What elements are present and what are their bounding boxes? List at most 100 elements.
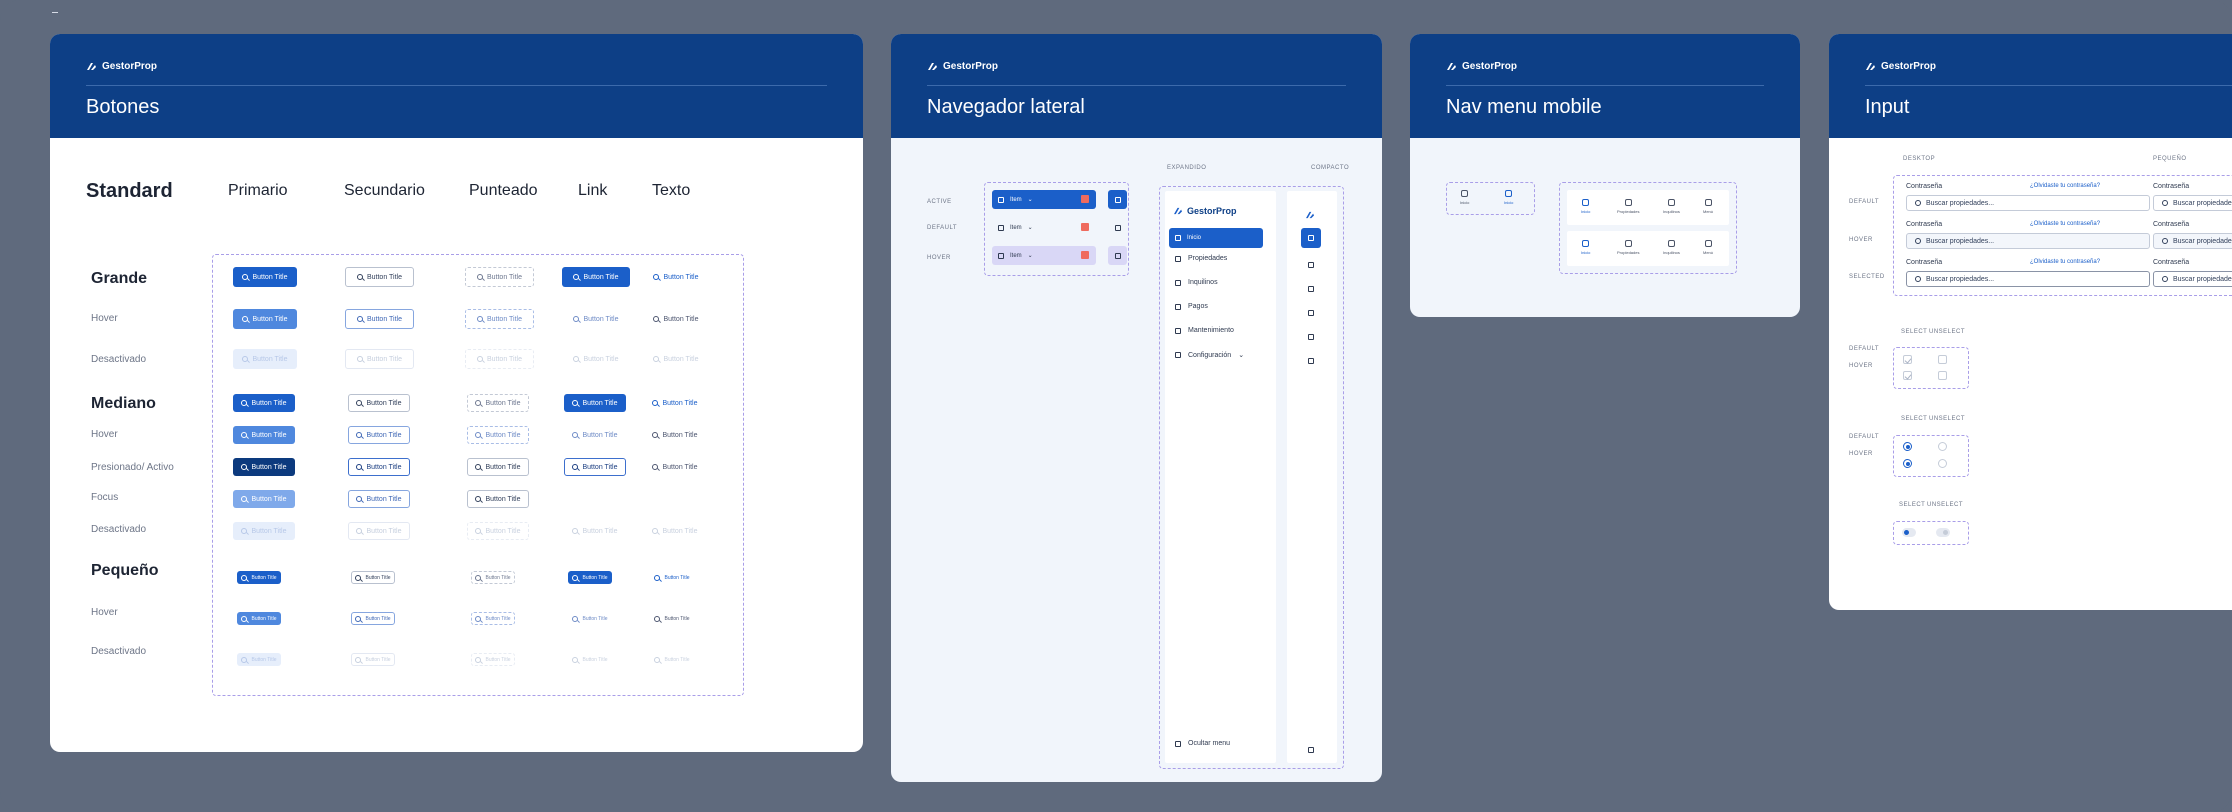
btn-texto-grande[interactable]: Button Title [646, 267, 706, 287]
btn-texto-mediano-hover[interactable]: Button Title [648, 426, 702, 444]
btn-link-pequeno-hover[interactable]: Button Title [568, 612, 612, 625]
compact-item-propiedades[interactable] [1308, 255, 1314, 273]
btn-punteado-pequeno[interactable]: Button Title [471, 571, 515, 584]
btn-primario-mediano-focus[interactable]: Button Title [233, 490, 295, 508]
btn-primario-pequeno-hover[interactable]: Button Title [237, 612, 281, 625]
btn-primario-grande[interactable]: Button Title [233, 267, 297, 287]
btn-secundario-mediano-active[interactable]: Button Title [348, 458, 410, 476]
expand-menu-button[interactable] [1308, 740, 1314, 758]
search-input-small-default[interactable]: Buscar propiedades... [2153, 195, 2232, 211]
compact-item-mantenimiento[interactable] [1308, 327, 1314, 345]
btn-secundario-pequeno[interactable]: Button Title [351, 571, 395, 584]
btn-link-mediano-active[interactable]: Button Title [564, 458, 626, 476]
btn-secundario-pequeno-hover[interactable]: Button Title [351, 612, 395, 625]
radio-select-hover[interactable] [1903, 459, 1912, 468]
hide-menu-label: Ocultar menu [1188, 740, 1231, 747]
forgot-password-link[interactable]: ¿Olvidaste tu contraseña? [2030, 221, 2100, 227]
compact-item-hover[interactable] [1108, 246, 1127, 265]
sidebar-item-inicio[interactable]: Inicio [1169, 228, 1263, 248]
mobile-tab-inicio[interactable]: Inicio [1581, 240, 1590, 255]
btn-punteado-grande[interactable]: Button Title [465, 267, 534, 287]
btn-texto-mediano-active[interactable]: Button Title [648, 458, 702, 476]
radio-unselect-hover[interactable] [1938, 459, 1947, 468]
btn-primario-mediano-active[interactable]: Button Title [233, 458, 295, 476]
btn-punteado-mediano-active[interactable]: Button Title [467, 458, 529, 476]
checkbox-unselect-hover[interactable] [1938, 371, 1947, 380]
sidebar-item-inquilinos[interactable]: Inquilinos [1175, 279, 1218, 286]
btn-punteado-mediano-hover[interactable]: Button Title [467, 426, 529, 444]
btn-label: Button Title [664, 615, 690, 622]
btn-secundario-grande[interactable]: Button Title [345, 267, 414, 287]
search-input-default[interactable]: Buscar propiedades... [1906, 195, 2150, 211]
mobile-tab-inicio[interactable]: Inicio [1581, 199, 1590, 214]
tab-label: Propiedades [1617, 209, 1640, 214]
search-icon [573, 316, 580, 322]
mobile-tab-propiedades[interactable]: Propiedades [1617, 199, 1639, 214]
mobile-tab-inicio-selected[interactable]: Inicio [1504, 190, 1513, 205]
mobile-tab-propiedades[interactable]: Propiedades [1617, 240, 1639, 255]
btn-primario-mediano[interactable]: Button Title [233, 394, 295, 412]
radio-box [1893, 435, 1969, 477]
btn-link-mediano-hover[interactable]: Button Title [564, 426, 626, 444]
btn-link-grande-hover[interactable]: Button Title [562, 309, 630, 329]
btn-link-grande[interactable]: Button Title [562, 267, 630, 287]
forgot-password-link[interactable]: ¿Olvidaste tu contraseña? [2030, 183, 2100, 189]
sidebar-expanded: GestorProp Inicio Propiedades Inquilinos… [1165, 191, 1276, 763]
sidebar-item-pagos[interactable]: Pagos [1175, 303, 1208, 310]
search-input-small-hover[interactable]: Buscar propiedades... [2153, 233, 2232, 249]
btn-punteado-pequeno-hover[interactable]: Button Title [471, 612, 515, 625]
radio-select-default[interactable] [1903, 442, 1912, 451]
btn-texto-grande-hover[interactable]: Button Title [646, 309, 706, 329]
btn-link-mediano[interactable]: Button Title [564, 394, 626, 412]
toggle-unselect[interactable] [1936, 528, 1950, 537]
toggle-select[interactable] [1902, 528, 1916, 537]
search-input-small-selected[interactable]: Buscar propiedades... [2153, 271, 2232, 287]
btn-secundario-grande-hover[interactable]: Button Title [345, 309, 414, 329]
btn-punteado-mediano-focus[interactable]: Button Title [467, 490, 529, 508]
checkbox-select-hover[interactable] [1903, 371, 1912, 380]
compact-item-configuracion[interactable] [1308, 351, 1314, 369]
btn-secundario-mediano[interactable]: Button Title [348, 394, 410, 412]
mobile-tab-menu[interactable]: Menú [1703, 199, 1713, 214]
btn-label: Button Title [485, 527, 521, 535]
search-icon [572, 615, 579, 622]
compact-item-default[interactable] [1108, 218, 1127, 237]
mobile-tab-inquilinos[interactable]: Inquilinos [1663, 240, 1680, 255]
btn-label: Button Title [251, 574, 277, 581]
mobile-tab-inicio-default[interactable]: Inicio [1460, 190, 1469, 205]
sidebar-item-label: Inquilinos [1188, 279, 1218, 286]
sidebar-item-configuracion[interactable]: Configuración ⌄ [1175, 351, 1244, 359]
item-icon [998, 224, 1004, 231]
compact-item-active[interactable] [1108, 190, 1127, 209]
state-hover: Hover [91, 607, 118, 618]
compact-item-inquilinos[interactable] [1308, 279, 1314, 297]
btn-secundario-mediano-focus[interactable]: Button Title [348, 490, 410, 508]
mobile-tab-inquilinos[interactable]: Inquilinos [1663, 199, 1680, 214]
checkbox-unselect-default[interactable] [1938, 355, 1947, 364]
sidebar-item-propiedades[interactable]: Propiedades [1175, 255, 1227, 262]
checkbox-select-default[interactable] [1903, 355, 1912, 364]
label-unselect: UNSELECT [1929, 329, 1966, 335]
btn-texto-mediano[interactable]: Button Title [648, 394, 702, 412]
hide-menu-button[interactable]: Ocultar menu [1175, 740, 1230, 747]
search-input-hover[interactable]: Buscar propiedades... [1906, 233, 2150, 249]
input-placeholder: Buscar propiedades... [1926, 199, 1995, 207]
sidebar-item-mantenimiento[interactable]: Mantenimiento [1175, 327, 1234, 334]
btn-link-pequeno[interactable]: Button Title [568, 571, 612, 584]
btn-secundario-mediano-hover[interactable]: Button Title [348, 426, 410, 444]
sidebar-brand: GestorProp [1173, 206, 1237, 216]
btn-primario-pequeno[interactable]: Button Title [237, 571, 281, 584]
forgot-password-link[interactable]: ¿Olvidaste tu contraseña? [2030, 259, 2100, 265]
search-input-selected[interactable]: Buscar propiedades... [1906, 271, 2150, 287]
mobile-tab-menu[interactable]: Menú [1703, 240, 1713, 255]
btn-punteado-mediano[interactable]: Button Title [467, 394, 529, 412]
btn-texto-pequeno[interactable]: Button Title [650, 571, 694, 584]
compact-item-pagos[interactable] [1308, 303, 1314, 321]
btn-punteado-grande-hover[interactable]: Button Title [465, 309, 534, 329]
btn-primario-mediano-hover[interactable]: Button Title [233, 426, 295, 444]
wrench-icon [1175, 327, 1181, 334]
btn-texto-pequeno-hover[interactable]: Button Title [650, 612, 694, 625]
btn-primario-grande-hover[interactable]: Button Title [233, 309, 297, 329]
compact-item-inicio[interactable] [1301, 228, 1321, 248]
radio-unselect-default[interactable] [1938, 442, 1947, 451]
